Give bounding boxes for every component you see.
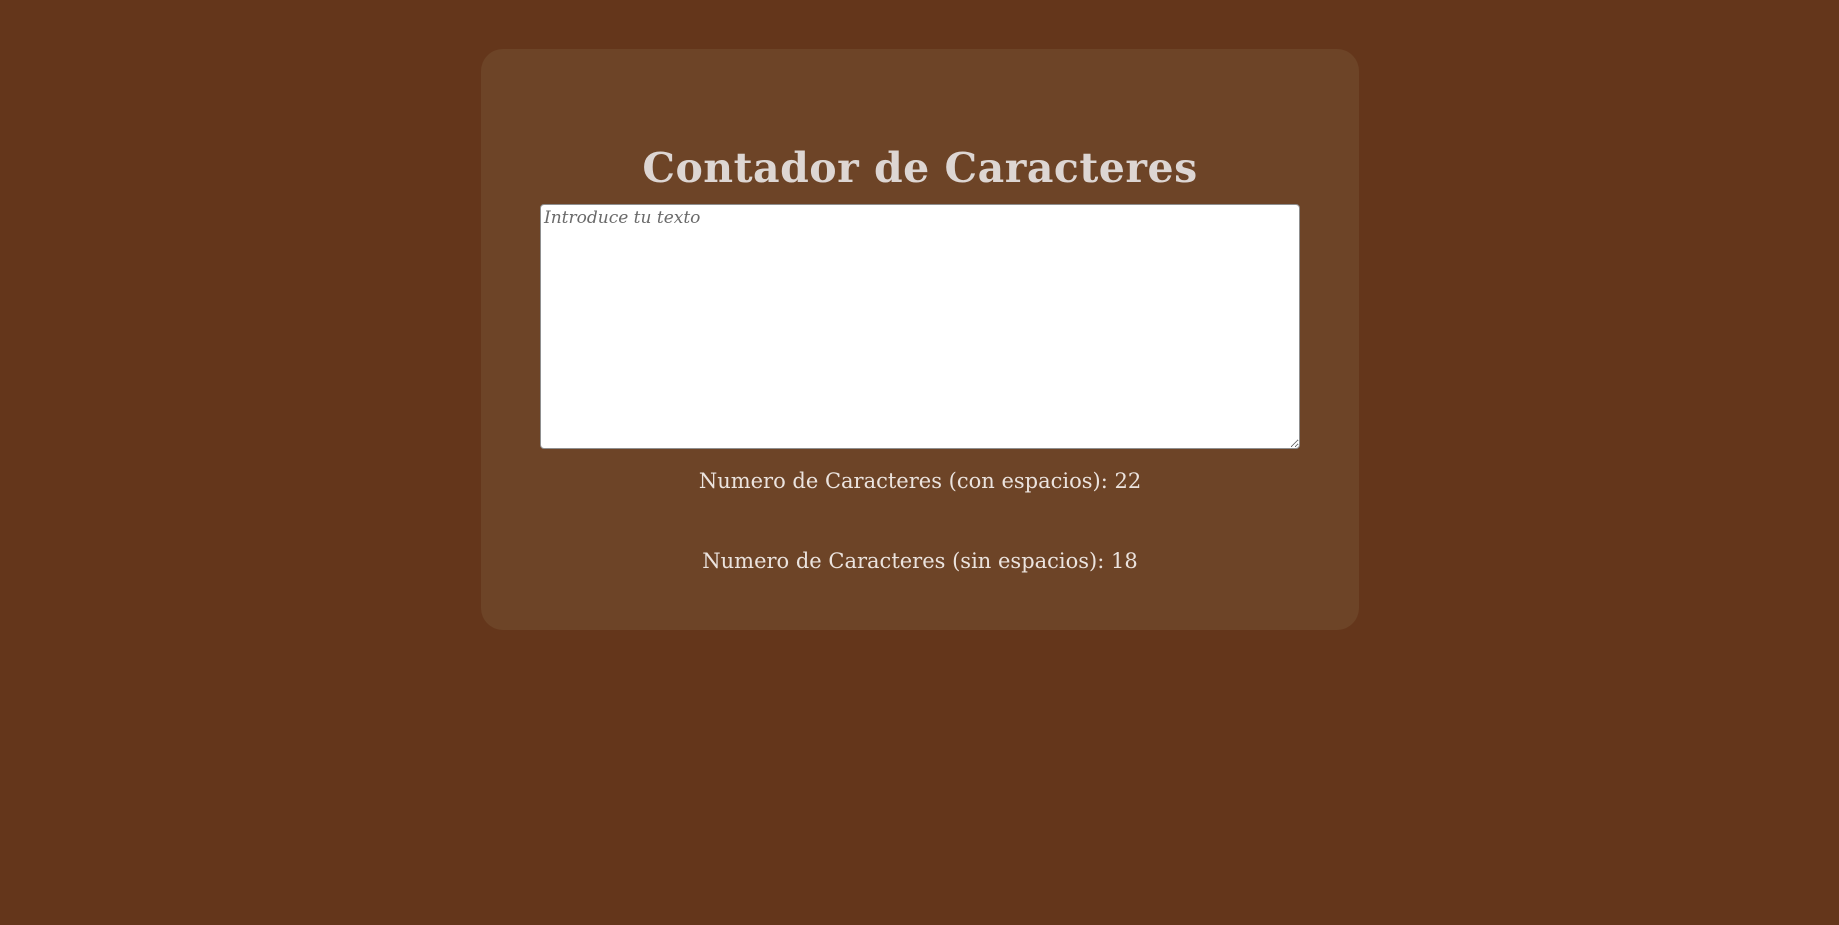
counter-card: Contador de Caracteres Numero de Caracte… (481, 49, 1359, 630)
page-title: Contador de Caracteres (642, 144, 1198, 192)
text-input[interactable] (540, 204, 1300, 449)
count-without-spaces: Numero de Caracteres (sin espacios): 18 (702, 549, 1138, 573)
count-with-spaces: Numero de Caracteres (con espacios): 22 (698, 469, 1142, 493)
